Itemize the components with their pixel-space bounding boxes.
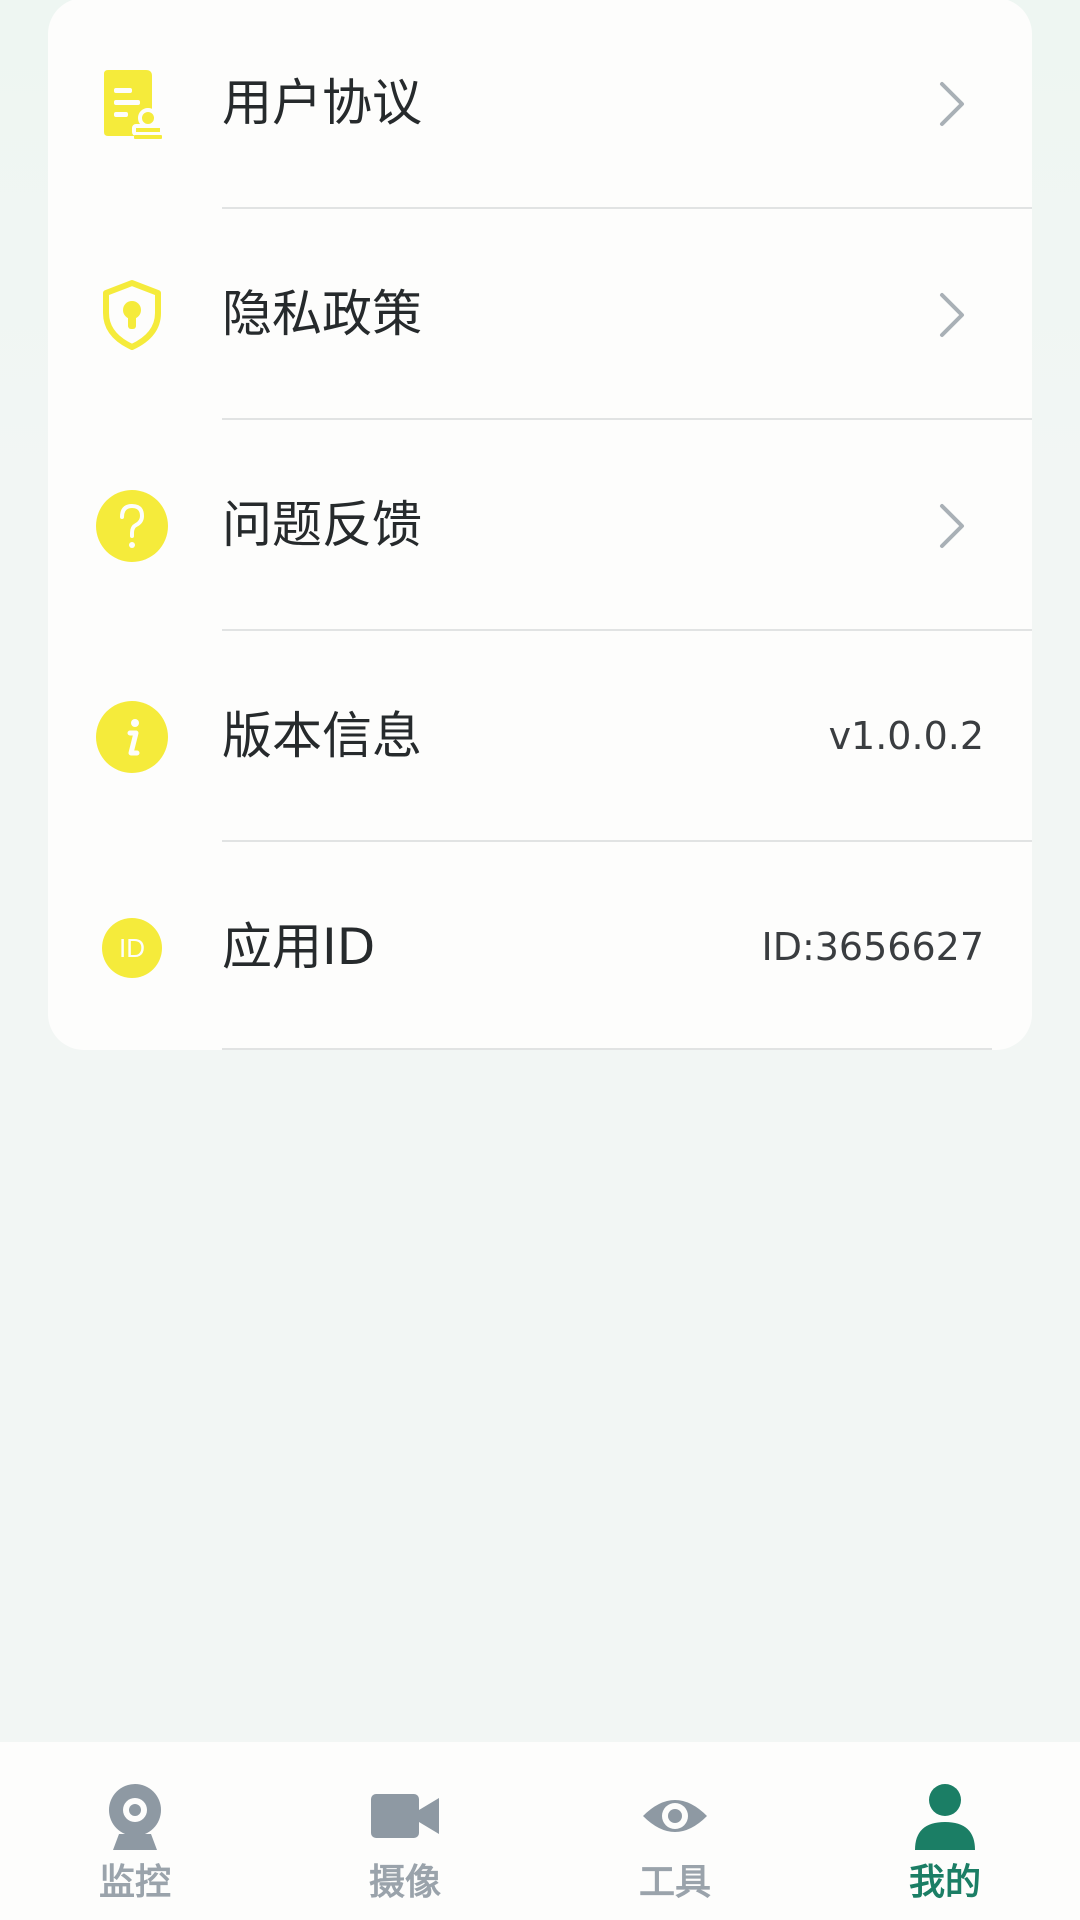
menu-item-label: 隐私政策: [222, 285, 422, 343]
menu-item-label: 应用ID: [222, 918, 376, 976]
menu-item-label: 问题反馈: [222, 496, 422, 554]
divider: [222, 1048, 992, 1050]
id-badge-icon: ID: [94, 910, 170, 986]
settings-card: 用户协议 隐私政策 问题反馈 版本信息 v1.0.0.2 ID 应用ID ID:…: [48, 0, 1032, 1050]
person-icon: [915, 1784, 975, 1850]
video-camera-icon: [371, 1794, 439, 1838]
menu-item-feedback[interactable]: 问题反馈: [48, 420, 1032, 629]
menu-item-user-agreement[interactable]: 用户协议: [48, 0, 1032, 207]
question-circle-icon: [94, 488, 170, 564]
webcam-icon: [109, 1784, 161, 1850]
chevron-right-icon: [940, 82, 964, 126]
tab-video[interactable]: 摄像: [270, 1742, 540, 1920]
bottom-tab-bar: 监控 摄像 工具 我的: [0, 1742, 1080, 1920]
menu-item-privacy-policy[interactable]: 隐私政策: [48, 209, 1032, 418]
chevron-right-icon: [940, 293, 964, 337]
version-value: v1.0.0.2: [828, 714, 984, 758]
document-stamp-icon: [94, 66, 170, 142]
menu-item-label: 用户协议: [222, 74, 422, 132]
tab-label: 摄像: [368, 1862, 441, 1903]
menu-item-app-id[interactable]: ID 应用ID ID:3656627: [48, 842, 1032, 1051]
id-badge-text: ID: [119, 933, 145, 963]
shield-lock-icon: [94, 277, 170, 353]
tab-label: 我的: [908, 1862, 981, 1903]
menu-item-version-info[interactable]: 版本信息 v1.0.0.2: [48, 631, 1032, 840]
tab-mine[interactable]: 我的: [810, 1742, 1080, 1920]
tab-tools[interactable]: 工具: [540, 1742, 810, 1920]
menu-item-label: 版本信息: [222, 707, 422, 765]
tab-label: 监控: [98, 1862, 171, 1903]
app-id-value: ID:3656627: [761, 925, 984, 969]
eye-icon: [643, 1800, 707, 1832]
tab-monitor[interactable]: 监控: [0, 1742, 270, 1920]
chevron-right-icon: [940, 504, 964, 548]
tab-label: 工具: [638, 1862, 711, 1903]
info-circle-icon: [94, 699, 170, 775]
